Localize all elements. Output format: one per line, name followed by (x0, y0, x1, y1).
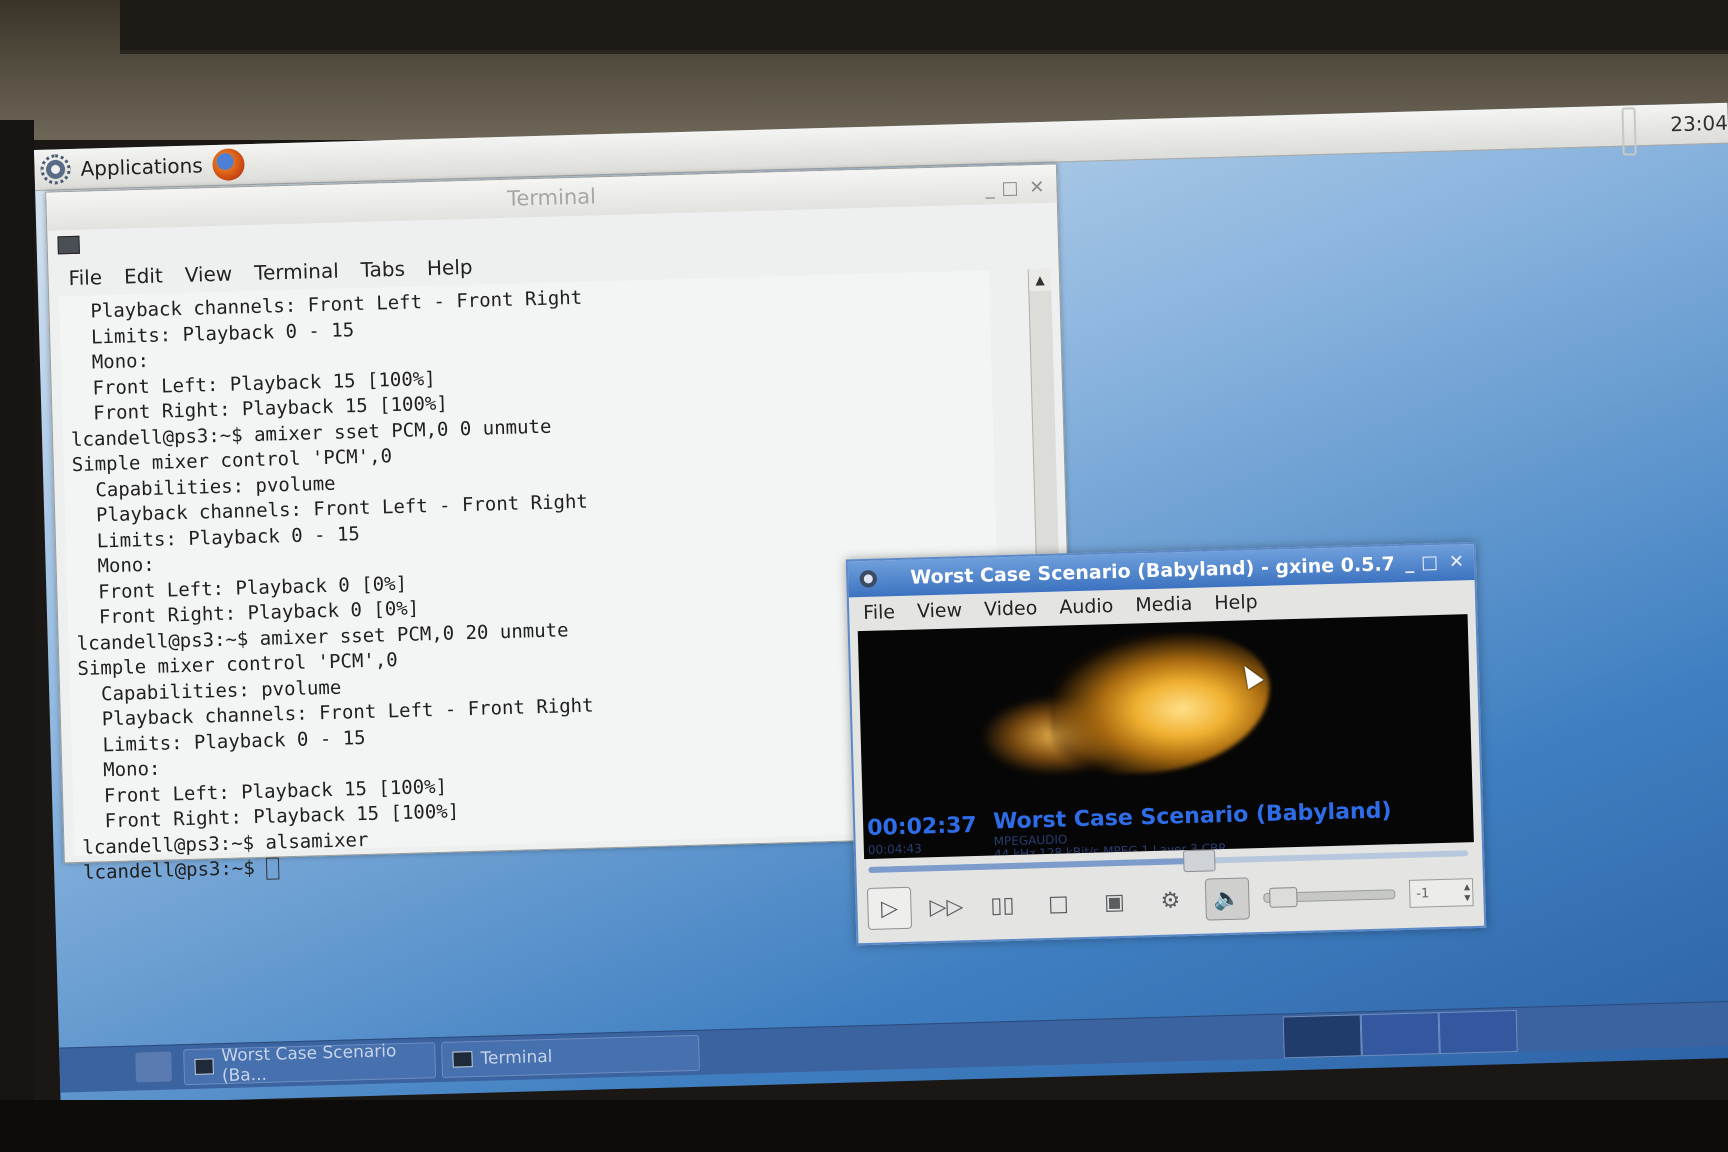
menu-audio[interactable]: Audio (1059, 595, 1114, 618)
applications-menu-label: Applications (80, 153, 203, 181)
gxine-window: Worst Case Scenario (Babyland) - gxine 0… (845, 541, 1487, 946)
terminal-prompt: lcandell@ps3:~$ (82, 856, 267, 884)
terminal-title: Terminal (506, 184, 597, 211)
menu-view[interactable]: View (184, 262, 232, 287)
close-icon[interactable]: ✕ (1029, 169, 1045, 207)
audio-channel-spinner[interactable]: -1 ▲ ▼ (1408, 878, 1474, 908)
minimize-icon[interactable]: _ (1405, 546, 1415, 582)
menu-help[interactable]: Help (1214, 591, 1258, 614)
speaker-icon: 🔈 (1213, 886, 1242, 912)
video-area[interactable]: 00:02:37 00:04:43 Worst Case Scenario (B… (857, 614, 1474, 860)
menu-media[interactable]: Media (1135, 593, 1193, 617)
visualization-flame (1047, 629, 1272, 776)
gxine-task-icon (194, 1058, 214, 1075)
taskbar-item-gxine[interactable]: Worst Case Scenario (Ba... (183, 1041, 437, 1087)
menu-terminal[interactable]: Terminal (254, 259, 339, 285)
osd-track-title: Worst Case Scenario (Babyland) (992, 798, 1392, 835)
maximize-icon[interactable]: □ (1421, 545, 1439, 581)
show-desktop-button[interactable] (135, 1051, 173, 1083)
seek-bar-fill (868, 857, 1199, 873)
panel-clock[interactable]: 23:04 (1670, 111, 1728, 137)
bottom-panel: Worst Case Scenario (Ba... Terminal (59, 1000, 1728, 1093)
maximize-icon[interactable]: □ (1001, 170, 1019, 208)
mute-button[interactable]: 🔈 (1204, 877, 1250, 921)
workspace-switcher-2[interactable] (1360, 1012, 1440, 1057)
stop-icon: □ (1047, 890, 1070, 917)
fast-forward-icon: ▷▷ (929, 893, 964, 920)
minimize-icon[interactable]: _ (985, 170, 995, 208)
audio-channel-value: -1 (1416, 885, 1430, 902)
gxine-app-icon[interactable] (858, 568, 879, 590)
taskbar-item-terminal[interactable]: Terminal (441, 1034, 700, 1078)
close-icon[interactable]: ✕ (1448, 544, 1465, 580)
volume-slider-handle[interactable] (1269, 887, 1298, 908)
workspace-switcher-3[interactable] (1438, 1009, 1518, 1055)
menu-video[interactable]: Video (984, 597, 1038, 620)
applications-menu-icon (40, 153, 71, 185)
menu-help[interactable]: Help (427, 255, 473, 280)
snapshot-icon: ▣ (1103, 889, 1126, 915)
spinner-arrows-icon[interactable]: ▲ ▼ (1464, 881, 1471, 903)
fast-forward-button[interactable]: ▷▷ (925, 886, 968, 927)
taskbar-item-label: Worst Case Scenario (Ba... (221, 1041, 397, 1087)
play-button[interactable]: ▷ (866, 886, 913, 931)
menu-view[interactable]: View (917, 599, 963, 622)
play-icon: ▷ (880, 895, 899, 922)
applications-menu[interactable]: Applications (40, 148, 246, 186)
seek-bar-handle[interactable] (1182, 849, 1216, 873)
osd-elapsed-time: 00:02:37 (866, 812, 978, 841)
menu-file[interactable]: File (68, 265, 102, 290)
menu-tabs[interactable]: Tabs (360, 257, 405, 282)
menu-file[interactable]: File (863, 601, 895, 624)
monitor-bezel-top-inner (120, 0, 1728, 54)
playback-controls: ▷ ▷▷ ▯▯ □ ▣ ⚙ 🔈 -1 ▲ ▼ (866, 868, 1474, 933)
settings-button[interactable]: ⚙ (1149, 880, 1192, 921)
terminal-task-icon (452, 1051, 473, 1068)
pause-button[interactable]: ▯▯ (981, 885, 1024, 926)
scroll-up-arrow-icon[interactable]: ▲ (1028, 268, 1052, 292)
desktop-screen: Applications 23:04 Terminal _ □ ✕ File E… (34, 102, 1728, 1105)
terminal-window-icon[interactable] (57, 235, 80, 255)
menu-edit[interactable]: Edit (124, 263, 163, 288)
monitor-bezel-left (0, 120, 34, 1120)
volume-slider[interactable] (1263, 887, 1396, 908)
snapshot-button[interactable]: ▣ (1093, 882, 1136, 923)
terminal-cursor (265, 856, 280, 880)
firefox-launcher-icon[interactable] (212, 148, 246, 182)
workspace-switcher-1[interactable] (1282, 1014, 1362, 1059)
taskbar-item-label: Terminal (480, 1046, 553, 1069)
pause-icon: ▯▯ (990, 892, 1015, 919)
osd-total-time: 00:04:43 (867, 841, 922, 857)
stop-button[interactable]: □ (1037, 883, 1080, 924)
tray-separator (1621, 107, 1637, 156)
monitor-bezel-bottom (0, 1100, 1728, 1152)
settings-icon: ⚙ (1160, 887, 1181, 914)
